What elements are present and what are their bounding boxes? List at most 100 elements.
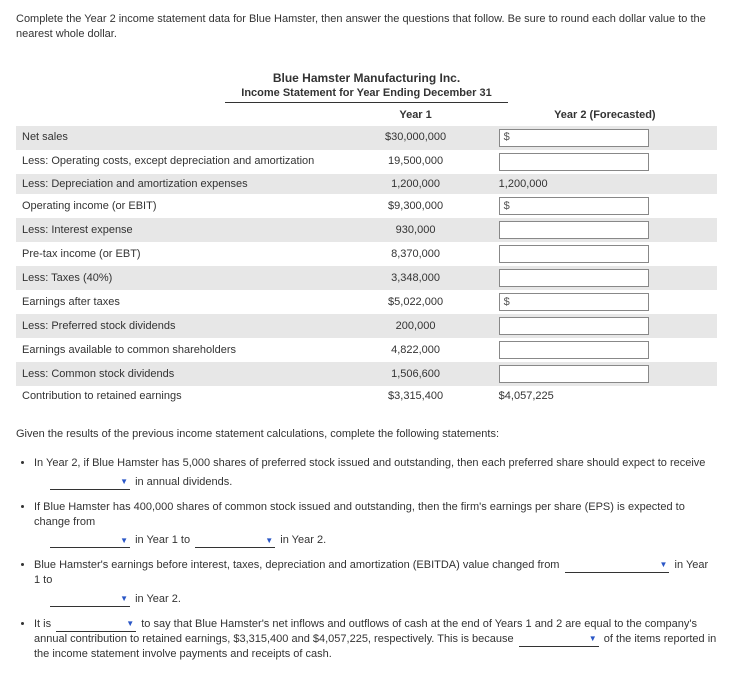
q3-dropdown-2[interactable]: ▼ [50, 594, 130, 607]
year2-cell: 1,200,000 [493, 174, 717, 195]
year2-cell [493, 314, 717, 338]
year1-value: 930,000 [338, 218, 492, 242]
caret-down-icon: ▼ [120, 536, 128, 547]
q1-text-b: in annual dividends. [135, 476, 232, 488]
caret-down-icon: ▼ [589, 634, 597, 645]
row-label: Operating income (or EBIT) [16, 194, 338, 218]
year2-input[interactable]: $ [499, 197, 649, 215]
table-row: Contribution to retained earnings$3,315,… [16, 386, 717, 407]
year2-field[interactable] [514, 200, 656, 212]
year2-field[interactable] [504, 156, 646, 168]
q2-dropdown-1[interactable]: ▼ [50, 536, 130, 549]
year2-input[interactable] [499, 365, 649, 383]
year2-field[interactable] [514, 132, 656, 144]
caret-down-icon: ▼ [120, 594, 128, 605]
table-row: Less: Operating costs, except depreciati… [16, 150, 717, 174]
year2-field[interactable] [504, 224, 646, 236]
row-label: Less: Taxes (40%) [16, 266, 338, 290]
q2-text-a: If Blue Hamster has 400,000 shares of co… [34, 501, 685, 528]
year2-value: 1,200,000 [499, 177, 548, 192]
year2-input[interactable] [499, 221, 649, 239]
company-name: Blue Hamster Manufacturing Inc. [16, 70, 717, 86]
question-1: In Year 2, if Blue Hamster has 5,000 sha… [34, 456, 717, 490]
year2-field[interactable] [514, 296, 656, 308]
year2-input[interactable] [499, 153, 649, 171]
year1-value: $3,315,400 [338, 386, 492, 407]
q3-text-c: in Year 2. [135, 593, 181, 605]
q3-text-a: Blue Hamster's earnings before interest,… [34, 559, 559, 571]
table-row: Net sales$30,000,000 $ [16, 126, 717, 150]
followup-intro: Given the results of the previous income… [16, 427, 717, 442]
year2-cell [493, 218, 717, 242]
q2-dropdown-2[interactable]: ▼ [195, 536, 275, 549]
year1-value: 19,500,000 [338, 150, 492, 174]
year2-field[interactable] [504, 320, 646, 332]
table-row: Operating income (or EBIT)$9,300,000 $ [16, 194, 717, 218]
q4-dropdown-2[interactable]: ▼ [519, 634, 599, 647]
col-year2: Year 2 (Forecasted) [493, 105, 717, 126]
year2-cell [493, 338, 717, 362]
caret-down-icon: ▼ [120, 477, 128, 488]
col-year1: Year 1 [338, 105, 492, 126]
table-row: Earnings available to common shareholder… [16, 338, 717, 362]
question-list: In Year 2, if Blue Hamster has 5,000 sha… [16, 456, 717, 661]
row-label: Less: Interest expense [16, 218, 338, 242]
year2-cell: $ [493, 126, 717, 150]
q4-dropdown-1[interactable]: ▼ [56, 619, 136, 632]
caret-down-icon: ▼ [126, 619, 134, 630]
row-label: Less: Common stock dividends [16, 362, 338, 386]
year2-field[interactable] [504, 368, 646, 380]
caret-down-icon: ▼ [660, 560, 668, 571]
q1-text-a: In Year 2, if Blue Hamster has 5,000 sha… [34, 457, 705, 469]
table-row: Earnings after taxes$5,022,000 $ [16, 290, 717, 314]
year2-cell [493, 242, 717, 266]
year1-value: 1,200,000 [338, 174, 492, 195]
row-label: Less: Depreciation and amortization expe… [16, 174, 338, 195]
year2-input[interactable] [499, 269, 649, 287]
year2-cell: $ [493, 194, 717, 218]
row-label: Earnings after taxes [16, 290, 338, 314]
year1-value: 3,348,000 [338, 266, 492, 290]
instructions: Complete the Year 2 income statement dat… [16, 12, 717, 42]
question-2: If Blue Hamster has 400,000 shares of co… [34, 500, 717, 549]
table-row: Less: Interest expense930,000 [16, 218, 717, 242]
dollar-sign-icon: $ [504, 199, 510, 214]
year1-value: 1,506,600 [338, 362, 492, 386]
dollar-sign-icon: $ [504, 130, 510, 145]
q3-dropdown-1[interactable]: ▼ [565, 560, 670, 573]
question-4: It is ▼ to say that Blue Hamster's net i… [34, 617, 717, 662]
row-label: Contribution to retained earnings [16, 386, 338, 407]
dollar-sign-icon: $ [504, 295, 510, 310]
caret-down-icon: ▼ [265, 536, 273, 547]
table-row: Pre-tax income (or EBT)8,370,000 [16, 242, 717, 266]
row-label: Less: Preferred stock dividends [16, 314, 338, 338]
row-label: Net sales [16, 126, 338, 150]
year2-cell [493, 266, 717, 290]
year2-field[interactable] [504, 344, 646, 356]
year1-value: 8,370,000 [338, 242, 492, 266]
q4-text-a: It is [34, 618, 51, 630]
row-label: Pre-tax income (or EBT) [16, 242, 338, 266]
income-statement-table: Year 1 Year 2 (Forecasted) Net sales$30,… [16, 105, 717, 408]
year2-field[interactable] [504, 272, 646, 284]
table-row: Less: Depreciation and amortization expe… [16, 174, 717, 195]
row-label: Less: Operating costs, except depreciati… [16, 150, 338, 174]
row-label: Earnings available to common shareholder… [16, 338, 338, 362]
year2-input[interactable]: $ [499, 293, 649, 311]
year1-value: 200,000 [338, 314, 492, 338]
year2-field[interactable] [504, 248, 646, 260]
q1-dropdown[interactable]: ▼ [50, 477, 130, 490]
year2-input[interactable]: $ [499, 129, 649, 147]
year1-value: $5,022,000 [338, 290, 492, 314]
year1-value: 4,822,000 [338, 338, 492, 362]
year2-input[interactable] [499, 341, 649, 359]
year1-value: $30,000,000 [338, 126, 492, 150]
year2-input[interactable] [499, 245, 649, 263]
year1-value: $9,300,000 [338, 194, 492, 218]
year2-cell: $ [493, 290, 717, 314]
year2-cell [493, 362, 717, 386]
table-row: Less: Preferred stock dividends200,000 [16, 314, 717, 338]
q2-text-c: in Year 2. [280, 534, 326, 546]
year2-input[interactable] [499, 317, 649, 335]
q2-text-b: in Year 1 to [135, 534, 190, 546]
